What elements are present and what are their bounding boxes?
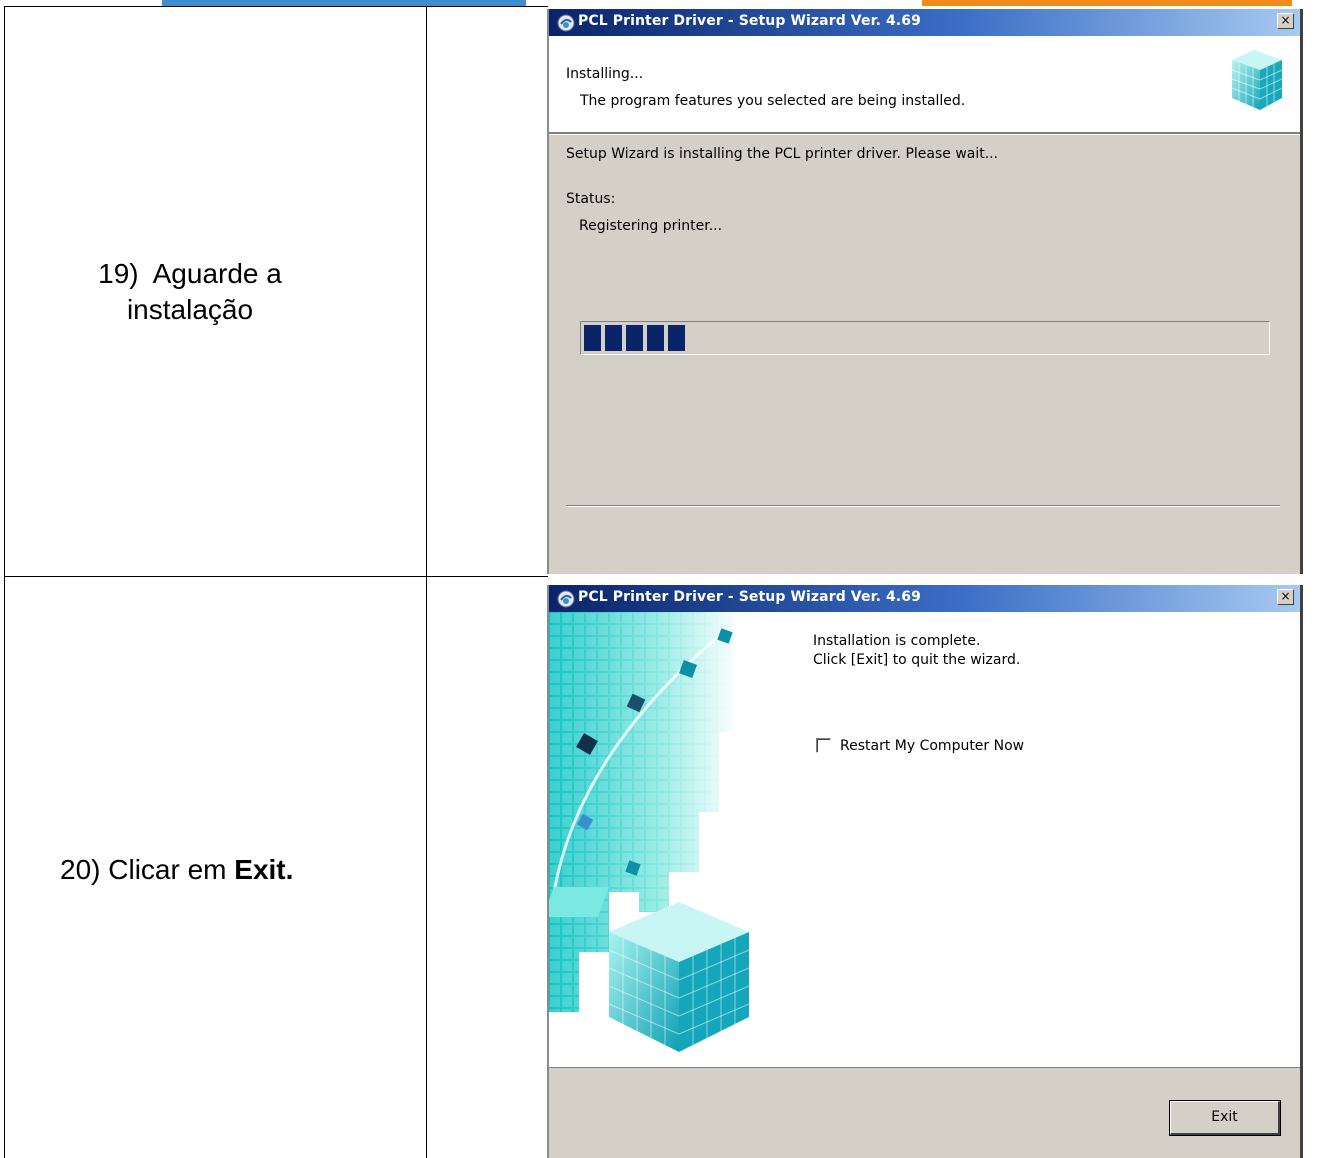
step-19-label: 19) Aguarde a instalação [40,256,340,328]
install-message: Setup Wizard is installing the PCL print… [566,146,999,162]
progress-block [668,325,685,351]
close-icon: × [1280,589,1291,603]
title-bar: PCL Printer Driver - Setup Wizard Ver. 4… [549,9,1300,36]
header-subtitle: The program features you selected are be… [580,93,966,109]
progress-block [626,325,643,351]
table-divider-column [426,6,427,1158]
table-border-top [4,6,548,7]
complete-dialog: PCL Printer Driver - Setup Wizard Ver. 4… [547,585,1303,1158]
step-number: 19) [98,258,139,289]
step-20-label: 20) Clicar em Exit. [60,852,380,888]
progress-block [647,325,664,351]
close-icon: × [1280,13,1291,27]
complete-message-line2: Click [Exit] to quit the wizard. [813,652,1021,668]
close-button[interactable]: × [1277,13,1294,29]
step-text: Clicar em [108,854,227,885]
window-title: PCL Printer Driver - Setup Wizard Ver. 4… [578,589,921,605]
title-bar: PCL Printer Driver - Setup Wizard Ver. 4… [549,585,1300,612]
table-border-left [4,6,5,1158]
close-button[interactable]: × [1277,589,1294,605]
wizard-header: Installing... The program features you s… [549,36,1300,132]
printer-driver-app-icon [557,590,575,608]
wizard-cube-artwork [549,612,761,1068]
complete-message-line1: Installation is complete. [813,633,981,649]
step-text: Aguarde a [152,258,282,289]
table-divider-row [4,576,548,577]
status-label: Status: [566,191,616,207]
restart-checkbox-label[interactable]: Restart My Computer Now [840,738,1024,754]
top-accent-bar-orange [922,0,1292,6]
step-text-line2: instalação [126,294,254,325]
progress-block [584,325,601,351]
footer-divider [566,505,1280,507]
exit-button[interactable]: Exit [1169,1100,1281,1136]
cube-logo-icon [1231,50,1283,110]
step-emphasis: Exit. [234,854,294,885]
install-progress-bar [580,321,1270,355]
status-value: Registering printer... [579,218,723,234]
progress-block [605,325,622,351]
installing-dialog: PCL Printer Driver - Setup Wizard Ver. 4… [547,9,1303,574]
step-number: 20) [60,854,101,885]
progress-fill [584,325,685,351]
restart-checkbox[interactable] [816,738,831,753]
footer-divider [549,1067,1300,1068]
window-title: PCL Printer Driver - Setup Wizard Ver. 4… [578,13,921,29]
header-title: Installing... [566,66,644,82]
header-divider [549,132,1300,135]
printer-driver-app-icon [557,14,575,32]
